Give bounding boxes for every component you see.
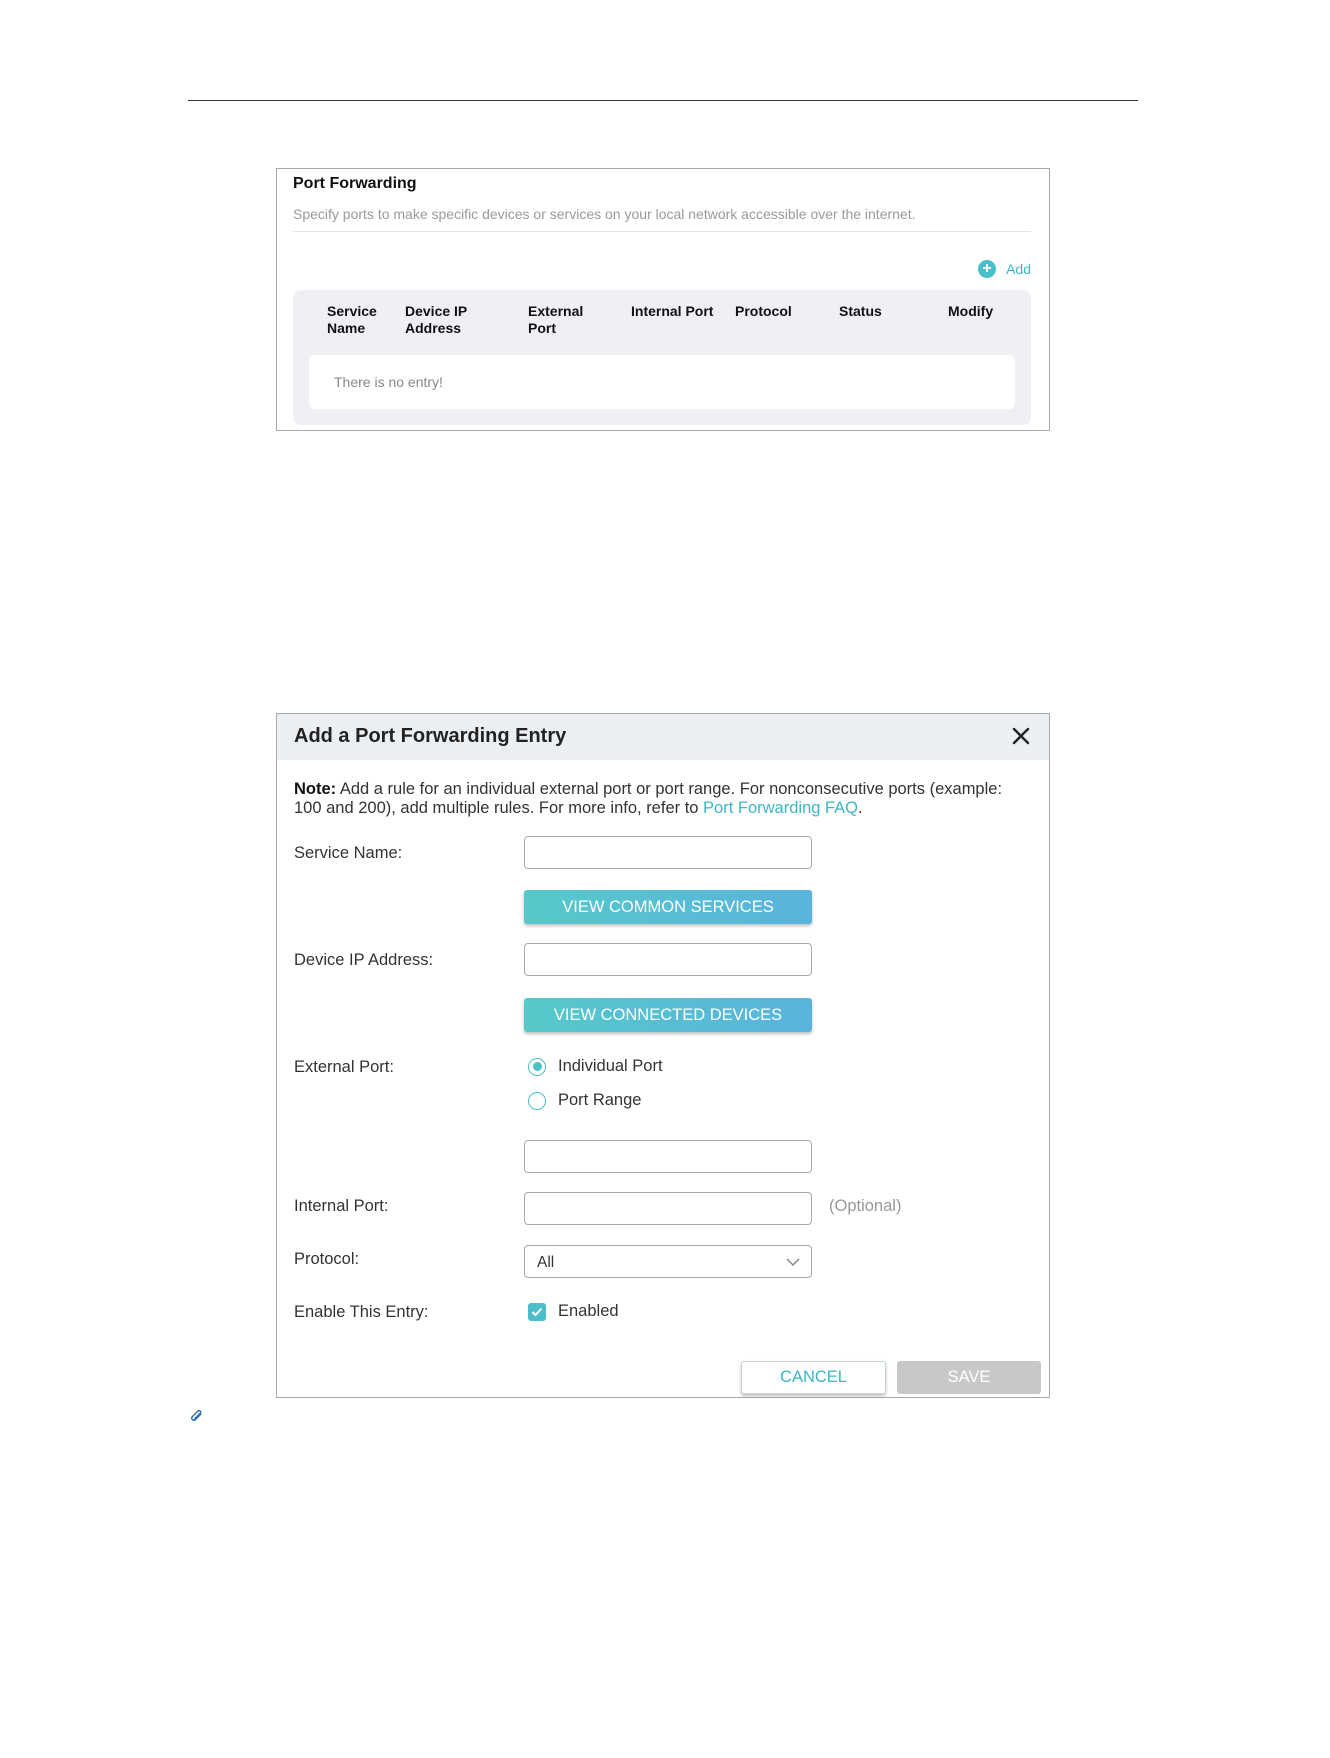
optional-hint: (Optional) (829, 1197, 902, 1215)
view-common-services-button[interactable]: VIEW COMMON SERVICES (524, 890, 812, 924)
radio-unchecked-icon (528, 1091, 546, 1110)
column-header-modify: Modify (948, 303, 994, 319)
internal-port-label: Internal Port: (294, 1197, 389, 1215)
column-header-service-name: Service Name (327, 303, 377, 336)
internal-port-input[interactable] (524, 1192, 812, 1225)
empty-text: There is no entry! (334, 374, 443, 390)
dialog-title: Add a Port Forwarding Entry (294, 725, 567, 747)
close-icon[interactable] (1009, 724, 1033, 748)
device-ip-label: Device IP Address: (294, 951, 434, 969)
column-header-status: Status (839, 303, 882, 319)
protocol-select[interactable]: All (524, 1245, 812, 1278)
dialog-header: Add a Port Forwarding Entry (277, 714, 1049, 760)
device-ip-input[interactable] (524, 943, 812, 976)
external-port-label: External Port: (294, 1058, 394, 1076)
page-top-rule (188, 100, 1138, 101)
external-port-input[interactable] (524, 1140, 812, 1173)
column-header-device-ip: Device IP Address (405, 303, 468, 336)
add-label: Add (1006, 261, 1031, 277)
faq-link[interactable]: Port Forwarding FAQ (703, 799, 858, 817)
protocol-label: Protocol: (294, 1250, 360, 1268)
service-name-input[interactable] (524, 836, 812, 869)
cancel-button[interactable]: CANCEL (741, 1361, 886, 1394)
add-button[interactable]: + Add (978, 260, 1031, 278)
plus-circle-icon: + (978, 260, 997, 278)
empty-row: There is no entry! (309, 355, 1015, 409)
save-button[interactable]: SAVE (897, 1361, 1041, 1394)
note-text: Note: Add a rule for an individual exter… (294, 780, 1003, 817)
checkmark-icon (528, 1302, 546, 1321)
panel-title: Port Forwarding (293, 175, 417, 192)
port-forwarding-table: Service Name Device IP Address External Por… (293, 290, 1031, 425)
enabled-checkbox[interactable]: Enabled (528, 1302, 619, 1321)
radio-port-range[interactable]: Port Range (528, 1091, 641, 1110)
service-name-label: Service Name: (294, 844, 403, 862)
panel-description: Specify ports to make specific devices o… (293, 206, 916, 222)
panel-divider (293, 231, 1031, 232)
column-header-internal-port: Internal Port (631, 303, 714, 319)
chevron-down-icon (786, 1258, 800, 1267)
add-entry-dialog: Add a Port Forwarding Entry Note: Add a … (276, 713, 1050, 1398)
view-connected-devices-button[interactable]: VIEW CONNECTED DEVICES (524, 998, 812, 1032)
column-header-external-port: External Port (528, 303, 584, 336)
enable-entry-label: Enable This Entry: (294, 1303, 429, 1321)
column-header-protocol: Protocol (735, 303, 792, 319)
protocol-value: All (537, 1254, 555, 1271)
paperclip-icon (191, 1409, 202, 1421)
radio-individual-port[interactable]: Individual Port (528, 1057, 663, 1076)
port-forwarding-panel: Port Forwarding Specify ports to make sp… (276, 168, 1050, 431)
radio-checked-icon (528, 1057, 546, 1076)
